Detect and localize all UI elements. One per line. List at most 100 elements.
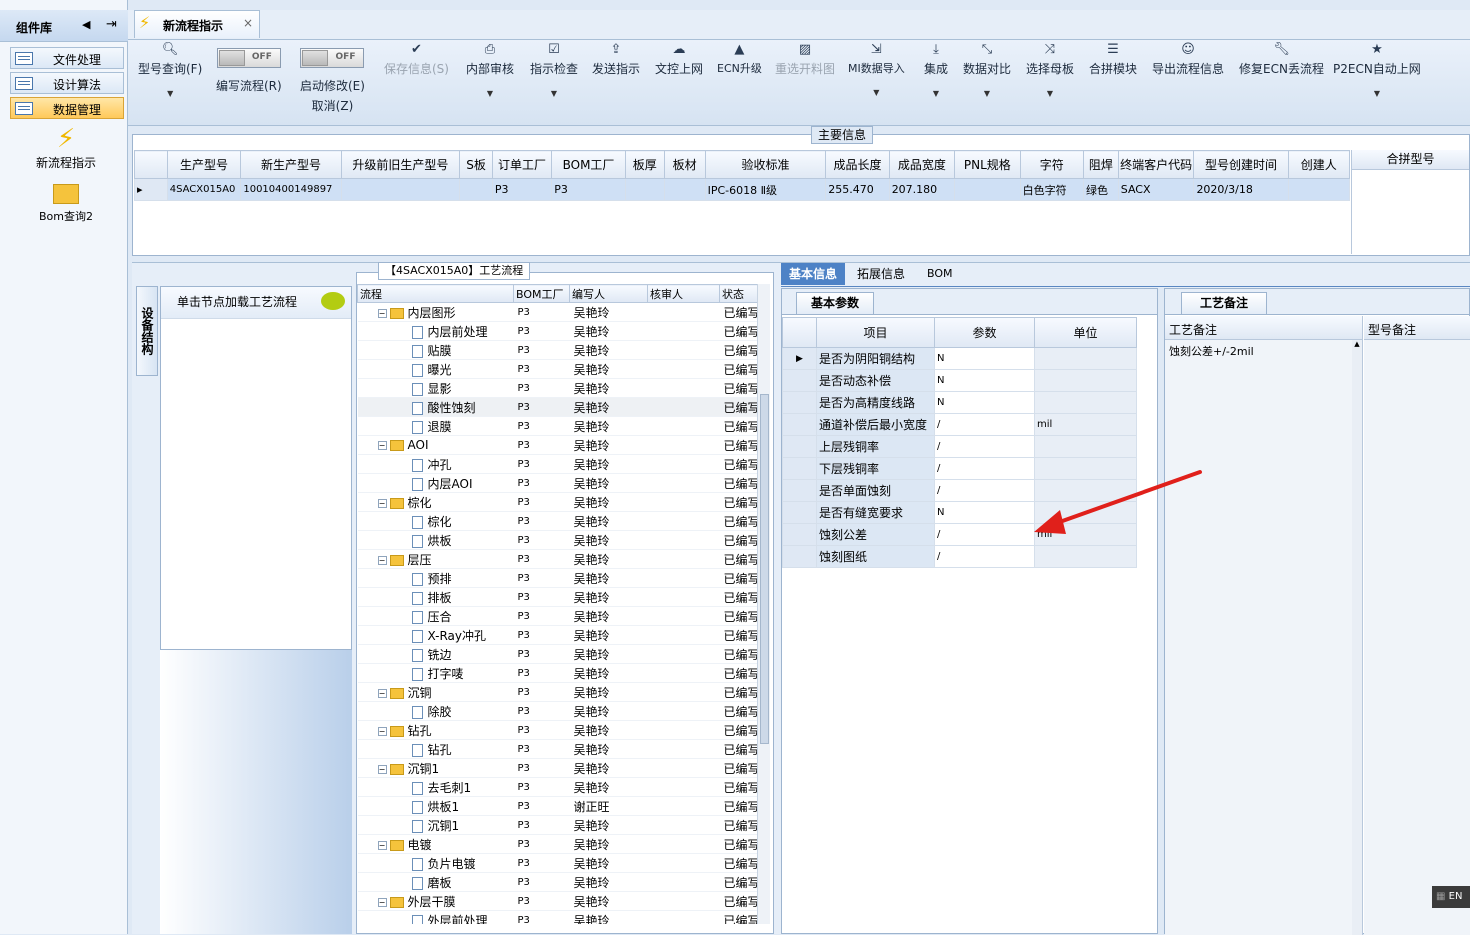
tree-row[interactable]: 排板 P3 吴艳玲 已编写 (357, 587, 757, 607)
tree-node[interactable]: 内层前处理 (357, 321, 514, 341)
collapse-icon[interactable]: − (377, 897, 387, 907)
table-row[interactable]: 蚀刻图纸 / (782, 545, 1137, 568)
export-flow-button[interactable]: ☺ 导出流程信息 (1152, 40, 1224, 77)
tree-row[interactable]: 贴膜 P3 吴艳玲 已编写 (357, 340, 757, 360)
param-param-cell[interactable]: N (934, 369, 1035, 392)
tab-bom[interactable]: BOM (919, 263, 961, 285)
tree-node[interactable]: − 沉铜 (357, 682, 514, 702)
start-modify-toggle[interactable]: OFF (300, 48, 365, 68)
tree-row[interactable]: 预排 P3 吴艳玲 已编写 (357, 568, 757, 588)
row-indicator[interactable] (782, 413, 817, 436)
column-header[interactable]: 生产型号 (166, 150, 242, 179)
tree-node[interactable]: − AOI (357, 435, 514, 455)
row-indicator[interactable] (782, 457, 817, 480)
tree-row[interactable]: 棕化 P3 吴艳玲 已编写 (357, 511, 757, 531)
tree-row[interactable]: 磨板 P3 吴艳玲 已编写 (357, 872, 757, 892)
ime-indicator[interactable]: ▦ EN (1432, 886, 1470, 908)
tree-node[interactable]: 除胶 (357, 701, 514, 721)
dropdown-arrow-icon[interactable]: ▼ (530, 89, 578, 98)
column-header[interactable]: BOM工厂 (551, 150, 626, 179)
tree-row[interactable]: 内层AOI P3 吴艳玲 已编写 (357, 473, 757, 493)
param-param-cell[interactable]: N (934, 347, 1035, 370)
collapse-icon[interactable]: − (377, 688, 387, 698)
send-instruct-button[interactable]: ⇪ 发送指示 (592, 40, 640, 77)
tree-row[interactable]: 除胶 P3 吴艳玲 已编写 (357, 701, 757, 721)
table-cell[interactable] (663, 178, 706, 201)
tree-node[interactable]: − 电镀 (357, 834, 514, 854)
table-row[interactable]: 上层残铜率 / (782, 435, 1137, 458)
row-indicator[interactable] (782, 523, 817, 546)
table-cell[interactable]: 4SACX015A0 (166, 178, 242, 201)
tree-node[interactable]: 外层前处理 (357, 910, 514, 924)
tree-row[interactable]: − 钻孔 P3 吴艳玲 已编写 (357, 720, 757, 740)
table-cell[interactable]: 白色字符 (1019, 178, 1085, 201)
collapse-left-icon[interactable]: ◀ (82, 18, 90, 31)
column-header[interactable]: 项目 (816, 317, 935, 348)
table-cell[interactable] (459, 178, 493, 201)
collapse-icon[interactable]: − (377, 308, 387, 318)
launcher-new-flow[interactable]: ⚡ 新流程指示 (18, 124, 114, 171)
tree-node[interactable]: 沉铜1 (357, 815, 514, 835)
tree-row[interactable]: 沉铜1 P3 吴艳玲 已编写 (357, 815, 757, 835)
column-header[interactable]: 订单工厂 (491, 150, 553, 179)
tree-row[interactable]: 冲孔 P3 吴艳玲 已编写 (357, 454, 757, 474)
ecn-upgrade-button[interactable]: ▲ ECN升级 (717, 40, 762, 76)
nav-design-algorithm[interactable]: 设计算法 (10, 72, 124, 94)
param-param-cell[interactable]: / (934, 435, 1035, 458)
column-header[interactable]: 成品长度 (825, 150, 890, 179)
column-header[interactable]: 编写人 (569, 284, 648, 303)
tree-node[interactable]: 钻孔 (357, 739, 514, 759)
integrate-button[interactable]: ⤓ 集成 ▼ (924, 40, 948, 98)
table-cell[interactable]: 绿色 (1083, 178, 1119, 201)
row-indicator[interactable] (782, 369, 817, 392)
tree-node[interactable]: 退膜 (357, 416, 514, 436)
column-header[interactable]: 型号创建时间 (1193, 150, 1289, 179)
table-cell[interactable] (954, 178, 1021, 201)
tree-row[interactable]: − AOI P3 吴艳玲 已编写 (357, 435, 757, 455)
tree-node[interactable]: 打字唛 (357, 663, 514, 683)
tree-node[interactable]: − 棕化 (357, 492, 514, 512)
tree-node[interactable]: 曝光 (357, 359, 514, 379)
tree-node[interactable]: 负片电镀 (357, 853, 514, 873)
table-cell[interactable]: 10010400149897 (240, 178, 342, 201)
tree-row[interactable]: 打字唛 P3 吴艳玲 已编写 (357, 663, 757, 683)
tree-row[interactable]: − 外层干膜 P3 吴艳玲 已编写 (357, 891, 757, 911)
column-header[interactable]: 新生产型号 (240, 150, 342, 179)
tree-node[interactable]: 显影 (357, 378, 514, 398)
row-indicator[interactable] (782, 545, 817, 568)
table-row[interactable]: 是否动态补偿 N (782, 369, 1137, 392)
tree-row[interactable]: 内层前处理 P3 吴艳玲 已编写 (357, 321, 757, 341)
dropdown-arrow-icon[interactable]: ▼ (138, 89, 202, 98)
dropdown-arrow-icon[interactable]: ▼ (1333, 89, 1421, 98)
model-query-button[interactable]: 🔍︎ 型号查询(F) ▼ (138, 40, 202, 98)
column-header[interactable]: PNL规格 (954, 150, 1021, 179)
row-indicator[interactable] (782, 479, 817, 502)
tab-basic-params[interactable]: 基本参数 (796, 292, 875, 314)
tab-extended-info[interactable]: 拓展信息 (849, 263, 913, 285)
mi-import-button[interactable]: ⇲ MI数据导入 ▼ (848, 40, 905, 97)
pin-icon[interactable]: ⇥ (106, 17, 117, 32)
param-unit-cell[interactable] (1034, 545, 1137, 568)
column-header[interactable]: 成品宽度 (888, 150, 956, 179)
doc-upload-button[interactable]: ☁ 文控上网 (655, 40, 703, 77)
column-header[interactable]: 升级前旧生产型号 (340, 150, 461, 179)
table-cell[interactable]: IPC-6018 Ⅱ级 (704, 178, 827, 201)
tab-close-icon[interactable]: × (243, 16, 253, 30)
table-cell[interactable]: P3 (491, 178, 553, 201)
column-header[interactable]: 单位 (1034, 317, 1137, 348)
tree-row[interactable]: 烘板 P3 吴艳玲 已编写 (357, 530, 757, 550)
tree-row[interactable]: − 电镀 P3 吴艳玲 已编写 (357, 834, 757, 854)
data-compare-button[interactable]: ⤡ 数据对比 ▼ (963, 40, 1011, 98)
table-cell[interactable]: 207.180 (888, 178, 956, 201)
column-header[interactable]: 创建人 (1287, 150, 1350, 179)
tree-node[interactable]: 磨板 (357, 872, 514, 892)
tree-row[interactable]: 显影 P3 吴艳玲 已编写 (357, 378, 757, 398)
process-vertical-scrollbar[interactable] (757, 284, 770, 924)
launcher-bom-query[interactable]: Bom查询2 (18, 182, 114, 224)
row-indicator[interactable]: ▶ (782, 347, 817, 370)
scroll-thumb[interactable] (760, 394, 769, 744)
table-cell[interactable]: P3 (551, 178, 626, 201)
tree-node[interactable]: 内层AOI (357, 473, 514, 493)
param-unit-cell[interactable] (1034, 391, 1137, 414)
column-header[interactable]: 状态 (719, 284, 757, 303)
